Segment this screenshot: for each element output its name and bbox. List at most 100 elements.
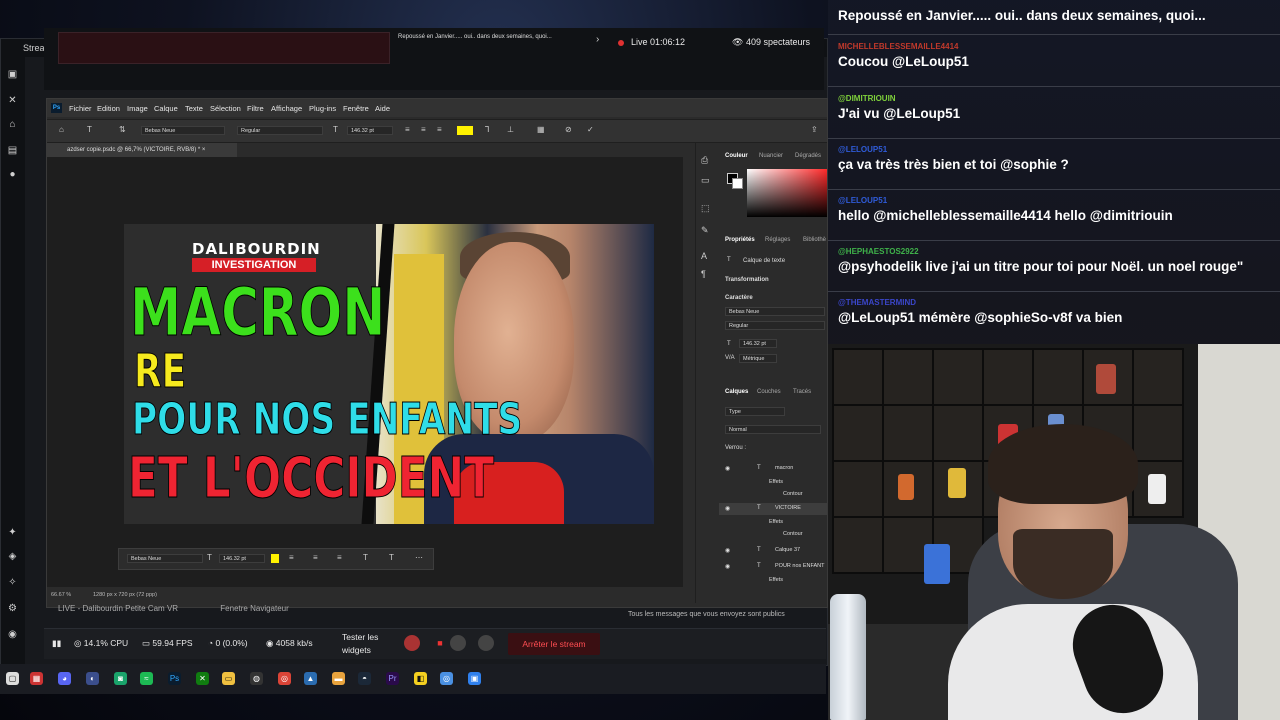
text-orientation-icon[interactable]: ⇅	[119, 125, 126, 134]
eye-icon[interactable]: ◉	[725, 563, 730, 570]
tab-bibliotheques[interactable]: Bibliothè	[803, 237, 826, 243]
eye-icon[interactable]: ◉	[725, 505, 730, 512]
document-tab[interactable]: azdser copie.psdc @ 66,7% (VICTOIRE, RVB…	[47, 143, 237, 157]
spotify-icon[interactable]: ≈	[140, 672, 153, 685]
tab-traces[interactable]: Tracés	[793, 389, 811, 395]
panel-size-select[interactable]: 146.32 pt	[739, 339, 777, 348]
share-icon[interactable]: ⇪	[811, 125, 818, 134]
history-icon[interactable]: ⎙	[701, 155, 708, 166]
folder-icon[interactable]: ▭	[222, 672, 235, 685]
tab-couleur[interactable]: Couleur	[725, 153, 748, 159]
ctx-size-select[interactable]: 146.32 pt	[219, 554, 265, 563]
layer-effect-item[interactable]: Contour	[719, 489, 827, 501]
headline-line-1[interactable]: MACRON	[130, 274, 386, 352]
layer-effects-row[interactable]: Effets	[719, 477, 827, 489]
blend-mode-select[interactable]: Normal	[725, 425, 821, 434]
layer-effects-row[interactable]: Effets	[719, 575, 827, 587]
profile-icon[interactable]: ◉	[7, 629, 18, 640]
menu-edition[interactable]: Edition	[97, 104, 120, 113]
zoom-level[interactable]: 66.67 %	[51, 592, 71, 598]
tab-degrades[interactable]: Dégradés	[795, 153, 821, 159]
tab-nuancier[interactable]: Nuancier	[759, 153, 783, 159]
stop-stream-button[interactable]: Arrêter le stream	[508, 633, 600, 655]
paragraph-icon[interactable]: ¶	[701, 269, 706, 279]
app-icon-2[interactable]: ◐	[86, 672, 99, 685]
apps-icon[interactable]: ✦	[7, 527, 18, 538]
headline-line-4[interactable]: ET L'OCCIDENT	[128, 446, 495, 512]
eye-icon[interactable]: ◉	[725, 547, 730, 554]
app-icon-7[interactable]: ◧	[414, 672, 427, 685]
warp-text-icon[interactable]: T	[363, 553, 368, 562]
prime-icon[interactable]: ◈	[7, 551, 18, 562]
kerning-select[interactable]: Métrique	[739, 354, 777, 363]
cancel-icon[interactable]: ⊘	[565, 125, 572, 134]
character-icon[interactable]: A	[701, 251, 707, 261]
layer-search-input[interactable]: Type	[725, 407, 785, 416]
text-color-swatch[interactable]	[457, 126, 473, 135]
tools-icon[interactable]: ✕	[7, 95, 18, 106]
align-right-icon[interactable]: ≡	[337, 553, 342, 562]
brush-icon[interactable]: ✎	[701, 225, 709, 236]
menu-affichage[interactable]: Affichage	[271, 104, 302, 113]
save-replay-icon[interactable]	[478, 635, 494, 651]
chrome-icon[interactable]: ◎	[278, 672, 291, 685]
type-tool-icon[interactable]: T	[87, 125, 92, 134]
photoshop-taskbar-icon[interactable]: Ps	[168, 672, 181, 685]
warp-text-icon[interactable]: Ꞁ	[485, 125, 489, 134]
align-left-icon[interactable]: ≡	[405, 125, 410, 134]
menu-texte[interactable]: Texte	[185, 104, 203, 113]
ctx-color-swatch[interactable]	[271, 554, 279, 563]
youtube-thumbnail-canvas[interactable]: DALIBOURDIN INVESTIGATION MACRON RE POUR…	[124, 224, 654, 524]
stop-record-icon[interactable]: ■	[432, 635, 448, 651]
tab-calques[interactable]: Calques	[725, 389, 748, 395]
comment-icon[interactable]: ▭	[701, 175, 710, 186]
discord-icon[interactable]: ◕	[58, 672, 71, 685]
app-icon-6[interactable]: ▬	[332, 672, 345, 685]
record-icon[interactable]	[404, 635, 420, 651]
character-panel-icon[interactable]: ⊥	[507, 125, 514, 134]
menu-aide[interactable]: Aide	[375, 104, 390, 113]
align-center-icon[interactable]: ≡	[421, 125, 426, 134]
font-style-select[interactable]: Regular	[237, 126, 323, 135]
premiere-icon[interactable]: Pr	[386, 672, 399, 685]
store-icon[interactable]: ⌂	[7, 119, 18, 130]
scene-tab-1[interactable]: LIVE - Dalibourdin Petite Cam VR	[58, 604, 178, 613]
app-icon-8[interactable]: ▣	[468, 672, 481, 685]
commit-icon[interactable]: ✓	[587, 125, 594, 134]
home-icon[interactable]: ⌂	[59, 125, 64, 134]
test-widgets-button[interactable]: Tester les widgets	[342, 631, 392, 657]
3d-icon[interactable]: ▦	[537, 125, 545, 134]
background-color-swatch[interactable]	[732, 178, 743, 189]
text-options-icon[interactable]: T	[389, 553, 394, 562]
menu-filtre[interactable]: Filtre	[247, 104, 264, 113]
tab-proprietes[interactable]: Propriétés	[725, 237, 755, 243]
chevron-right-icon[interactable]: ›	[596, 34, 599, 45]
menu-selection[interactable]: Sélection	[210, 104, 241, 113]
menu-fichier[interactable]: Fichier	[69, 104, 92, 113]
tab-couches[interactable]: Couches	[757, 389, 781, 395]
themes-icon[interactable]: ▤	[7, 145, 18, 156]
replay-buffer-icon[interactable]	[450, 635, 466, 651]
panel-font-select[interactable]: Bebas Neue	[725, 307, 825, 316]
eye-icon[interactable]: ◉	[725, 465, 730, 472]
caractere-section[interactable]: Caractère	[725, 295, 753, 301]
align-right-icon[interactable]: ≡	[437, 125, 442, 134]
layer-effects-row[interactable]: Effets	[719, 517, 827, 529]
menu-fenetre[interactable]: Fenêtre	[343, 104, 369, 113]
layer-row-selected[interactable]: ◉ T VICTOIRE	[719, 503, 827, 515]
layer-row[interactable]: ◉ T Calque 37	[719, 545, 827, 557]
app-icon-3[interactable]: ◙	[114, 672, 127, 685]
font-size-select[interactable]: 146.32 pt	[347, 126, 393, 135]
app-icon-1[interactable]: ▦	[30, 672, 43, 685]
menu-image[interactable]: Image	[127, 104, 148, 113]
scene-tab-2[interactable]: Fenetre Navigateur	[220, 604, 288, 613]
more-icon[interactable]: ⋯	[415, 553, 423, 562]
font-family-select[interactable]: Bebas Neue	[141, 126, 225, 135]
menu-plugins[interactable]: Plug-ins	[309, 104, 336, 113]
start-icon[interactable]: ▢	[6, 672, 19, 685]
layer-effect-item[interactable]: Contour	[719, 529, 827, 541]
stats-icon[interactable]: ▮▮	[52, 638, 61, 649]
layer-row[interactable]: ◉ T POUR nos ENFANT	[719, 561, 827, 573]
align-center-icon[interactable]: ≡	[313, 553, 318, 562]
settings-icon[interactable]: ⚙	[7, 603, 18, 614]
